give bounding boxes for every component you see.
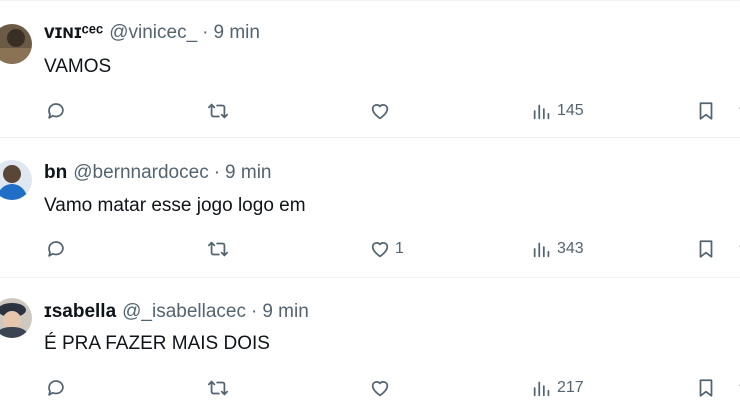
tweet-header: ɪsabella @_isabellacec · 9 min: [44, 301, 309, 323]
views-button[interactable]: 217: [531, 376, 584, 400]
heart-icon: [371, 381, 389, 397]
views-button[interactable]: 145: [531, 99, 584, 123]
tweet-header: bn @bernnardocec · 9 min: [44, 162, 272, 184]
tweet[interactable]: ᴠɪɴɪᶜᵉᶜ @vinicec_ · 9 min VAMOS 145: [0, 0, 740, 138]
views-chart-icon: [533, 381, 550, 397]
bookmark-icon: [699, 102, 713, 120]
bookmark-icon: [699, 379, 713, 397]
user-handle[interactable]: @_isabellacec: [122, 301, 246, 323]
bookmark-button[interactable]: [695, 99, 717, 123]
avatar-photo: [0, 24, 32, 64]
user-handle[interactable]: @vinicec_: [109, 22, 197, 44]
tweet-text: VAMOS: [44, 56, 112, 77]
display-name[interactable]: ᴠɪɴɪᶜᵉᶜ: [44, 22, 103, 44]
share-button[interactable]: [734, 376, 740, 400]
retweet-icon: [207, 380, 229, 396]
display-name[interactable]: ɪsabella: [44, 301, 116, 323]
view-count: 217: [557, 379, 584, 396]
separator: ·: [251, 301, 258, 322]
user-handle[interactable]: @bernnardocec: [73, 162, 208, 184]
views-chart-icon: [533, 104, 550, 120]
display-name[interactable]: bn: [44, 162, 67, 184]
timestamp[interactable]: 9 min: [262, 301, 308, 323]
avatar-photo: [0, 298, 32, 338]
share-icon: [739, 384, 740, 387]
views-chart-icon: [533, 242, 550, 258]
retweet-button[interactable]: [207, 237, 229, 261]
tweet[interactable]: ɪsabella @_isabellacec · 9 min É PRA FAZ…: [0, 279, 740, 417]
tweet-text: Vamo matar esse jogo logo em: [44, 195, 306, 216]
share-button[interactable]: [734, 237, 740, 261]
avatar-photo: [0, 160, 32, 200]
bookmark-button[interactable]: [695, 237, 717, 261]
timestamp[interactable]: 9 min: [214, 22, 260, 44]
view-count: 145: [557, 102, 584, 119]
like-button[interactable]: [369, 99, 395, 123]
bookmark-icon: [699, 240, 713, 258]
reply-icon: [48, 103, 64, 119]
separator: ·: [213, 162, 221, 183]
retweet-icon: [207, 103, 229, 119]
reply-icon: [48, 241, 64, 257]
tweet[interactable]: bn @bernnardocec · 9 min Vamo matar esse…: [0, 140, 740, 278]
tweet-header: ᴠɪɴɪᶜᵉᶜ @vinicec_ · 9 min: [44, 22, 260, 44]
retweet-button[interactable]: [207, 376, 229, 400]
views-button[interactable]: 343: [531, 237, 584, 261]
action-bar: 145: [0, 99, 740, 123]
retweet-button[interactable]: [207, 99, 229, 123]
like-button[interactable]: [369, 376, 395, 400]
tweet-text: É PRA FAZER MAIS DOIS: [44, 333, 270, 354]
avatar[interactable]: [0, 160, 32, 200]
share-icon: [739, 107, 740, 110]
share-button[interactable]: [734, 99, 740, 123]
share-icon: [739, 245, 740, 248]
reply-button[interactable]: [45, 376, 67, 400]
heart-icon: [371, 242, 389, 258]
like-count: 1: [395, 240, 404, 257]
avatar[interactable]: [0, 298, 32, 338]
avatar[interactable]: [0, 24, 32, 64]
heart-icon: [371, 104, 389, 120]
reply-button[interactable]: [45, 99, 67, 123]
like-button[interactable]: 1: [369, 237, 404, 261]
action-bar: 217: [0, 376, 740, 400]
separator: ·: [202, 22, 209, 43]
bookmark-button[interactable]: [695, 376, 717, 400]
timestamp[interactable]: 9 min: [225, 162, 271, 184]
view-count: 343: [557, 240, 584, 257]
reply-icon: [48, 380, 64, 396]
reply-button[interactable]: [45, 237, 67, 261]
retweet-icon: [207, 241, 229, 257]
action-bar: 1 343: [0, 237, 740, 261]
